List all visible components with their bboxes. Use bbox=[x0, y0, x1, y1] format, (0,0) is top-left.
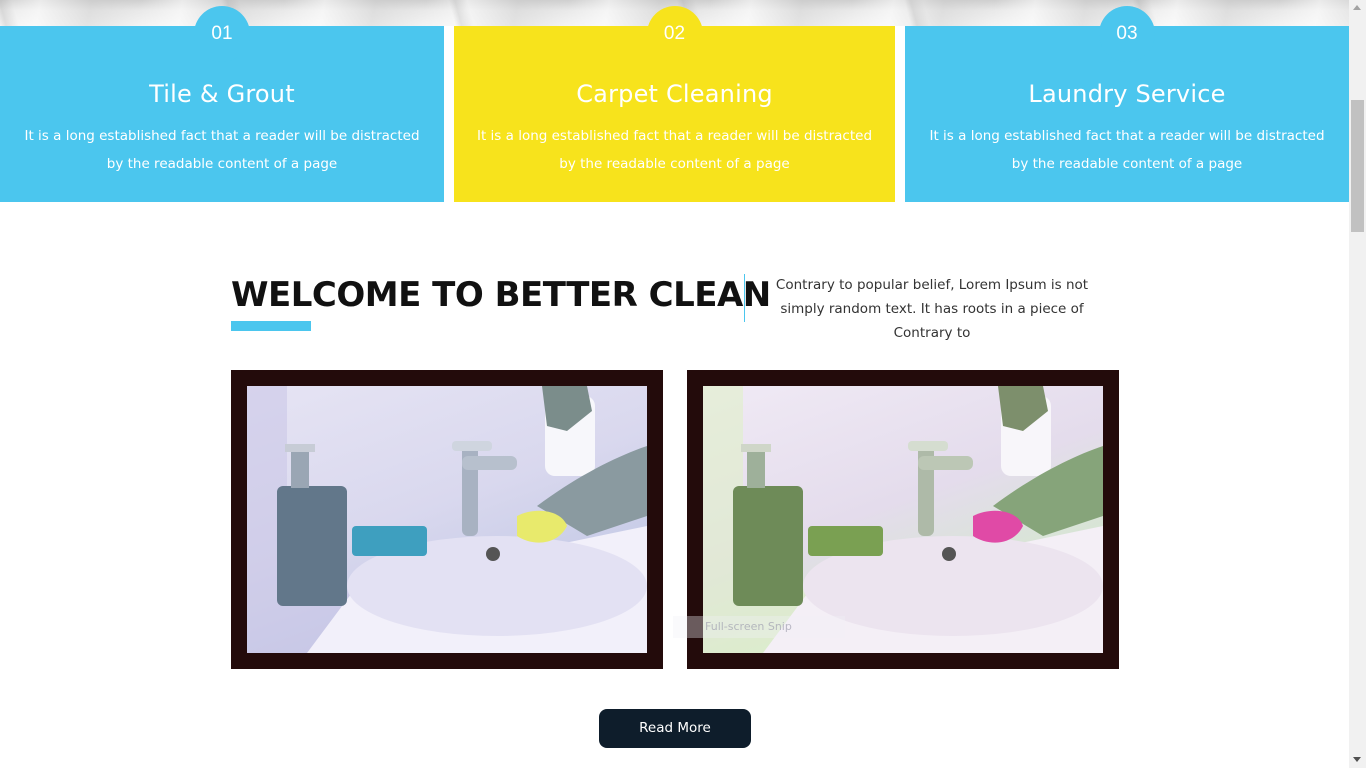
service-description: It is a long established fact that a rea… bbox=[476, 128, 873, 172]
read-more-button[interactable]: Read More bbox=[599, 709, 751, 748]
vertical-divider bbox=[744, 274, 745, 322]
service-title: Tile & Grout bbox=[149, 80, 295, 108]
service-number-badge: 02 bbox=[646, 6, 703, 62]
service-title: Laundry Service bbox=[1028, 80, 1226, 108]
service-title: Carpet Cleaning bbox=[576, 80, 773, 108]
heading-underline-accent bbox=[231, 321, 311, 331]
page-scrollbar[interactable] bbox=[1349, 0, 1366, 768]
service-description: It is a long established fact that a rea… bbox=[929, 128, 1325, 172]
welcome-heading: WELCOME TO BETTER CLEAN bbox=[231, 275, 771, 315]
bathroom-sink-cleaning-photo bbox=[247, 386, 647, 653]
scroll-up-arrow-icon[interactable] bbox=[1353, 5, 1361, 10]
gallery-image-frame-1[interactable] bbox=[231, 370, 663, 669]
bathroom-sink-cleaning-photo bbox=[703, 386, 1103, 653]
service-card-carpet-cleaning: 02 Carpet Cleaning It is a long establis… bbox=[454, 6, 895, 202]
service-description: It is a long established fact that a rea… bbox=[24, 128, 420, 172]
service-card-laundry-service: 03 Laundry Service It is a long establis… bbox=[905, 6, 1349, 202]
service-number-badge: 03 bbox=[1099, 6, 1155, 62]
scrollbar-thumb[interactable] bbox=[1351, 100, 1364, 232]
welcome-intro-text: Contrary to popular belief, Lorem Ipsum … bbox=[775, 277, 1089, 341]
service-number-badge: 01 bbox=[194, 6, 250, 62]
scroll-down-arrow-icon[interactable] bbox=[1353, 757, 1361, 762]
service-card-tile-grout: 01 Tile & Grout It is a long established… bbox=[0, 6, 444, 202]
screen-snip-overlay: Full-screen Snip bbox=[673, 616, 845, 638]
